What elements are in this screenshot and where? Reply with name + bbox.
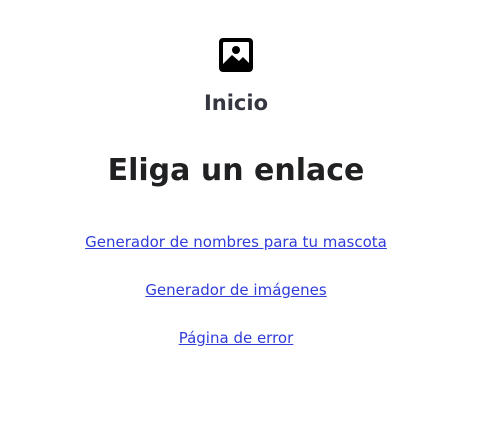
image-icon [219, 38, 253, 72]
page: Inicio Eliga un enlace Generador de nomb… [0, 0, 484, 426]
link-list: Generador de nombres para tu mascota Gen… [0, 230, 472, 374]
image-generator-link[interactable]: Generador de imágenes [0, 278, 472, 302]
pet-name-generator-link[interactable]: Generador de nombres para tu mascota [0, 230, 472, 254]
home-link[interactable]: Inicio [0, 89, 472, 117]
page-heading: Eliga un enlace [107, 153, 365, 188]
error-page-link[interactable]: Página de error [0, 326, 472, 350]
